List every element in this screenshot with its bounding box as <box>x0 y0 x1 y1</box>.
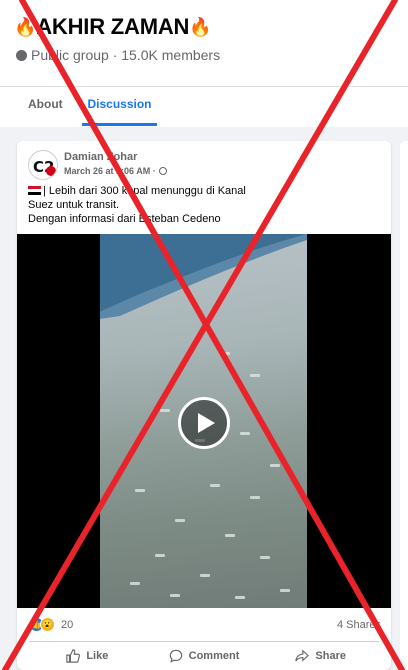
reactions-summary[interactable]: 👍 😮 20 <box>29 617 73 632</box>
comment-button[interactable]: Comment <box>146 642 263 670</box>
ship-speck <box>160 409 170 412</box>
group-title[interactable]: 🔥 AKHIR ZAMAN 🔥 <box>14 14 212 40</box>
group-tabs: About Discussion <box>0 86 408 126</box>
ship-speck <box>220 352 230 355</box>
comment-bubble-icon <box>169 649 182 663</box>
action-bar: Like Comment Share <box>29 641 379 670</box>
post-author[interactable]: Damian Zohar <box>64 151 137 163</box>
ship-speck <box>250 374 260 377</box>
post-text-line: Suez untuk transit. <box>28 199 120 211</box>
ship-speck <box>135 489 145 492</box>
avatar[interactable]: C2 <box>28 150 58 180</box>
ship-speck <box>260 556 270 559</box>
share-arrow-icon <box>295 649 310 662</box>
ship-speck <box>130 582 140 585</box>
ship-speck <box>280 589 290 592</box>
ship-speck <box>235 596 245 599</box>
wow-reaction-icon: 😮 <box>40 617 55 632</box>
share-label: Share <box>315 650 346 662</box>
tab-discussion[interactable]: Discussion <box>82 87 157 127</box>
group-header: 🔥 AKHIR ZAMAN 🔥 Public group · 15.0K mem… <box>0 0 408 127</box>
egypt-flag-icon <box>28 186 41 195</box>
ship-speck <box>270 464 280 467</box>
thumbs-up-icon <box>66 649 81 663</box>
play-button[interactable] <box>178 397 230 449</box>
post-text: | Lebih dari 300 kapal menunggu di Kanal… <box>28 184 368 226</box>
post-card: C2 Damian Zohar March 26 at 1:06 AM · | … <box>17 141 391 670</box>
globe-icon <box>16 49 27 61</box>
ship-speck <box>240 432 250 435</box>
ship-speck <box>250 496 260 499</box>
post-timestamp[interactable]: March 26 at 1:06 AM · <box>64 166 167 176</box>
group-meta-text: Public group · 15.0K members <box>31 47 221 63</box>
comment-label: Comment <box>188 650 240 662</box>
post-text-line: Dengan informasi dari Esteban Cedeno <box>28 213 221 225</box>
ship-speck <box>210 484 220 487</box>
fire-icon: 🔥 <box>189 16 212 37</box>
play-icon <box>198 413 215 433</box>
share-button[interactable]: Share <box>262 642 379 670</box>
shares-count[interactable]: 4 Shares <box>337 619 381 631</box>
reaction-count: 20 <box>61 618 74 631</box>
tab-about[interactable]: About <box>28 87 63 127</box>
side-card <box>400 141 408 670</box>
ship-speck <box>155 554 165 557</box>
group-name: AKHIR ZAMAN <box>36 14 190 39</box>
post-time-text: March 26 at 1:06 AM · <box>64 166 156 176</box>
fire-icon: 🔥 <box>14 16 37 37</box>
ship-speck <box>200 574 210 577</box>
video-player[interactable] <box>17 234 391 608</box>
airplane-wing <box>100 234 307 319</box>
ship-speck <box>170 594 180 597</box>
ship-speck <box>175 519 185 522</box>
group-meta: Public group · 15.0K members <box>16 47 220 63</box>
ship-speck <box>225 534 235 537</box>
post-text-line: | Lebih dari 300 kapal menunggu di Kanal <box>43 185 246 197</box>
like-label: Like <box>86 650 109 662</box>
like-button[interactable]: Like <box>29 642 146 670</box>
globe-icon <box>158 167 167 175</box>
